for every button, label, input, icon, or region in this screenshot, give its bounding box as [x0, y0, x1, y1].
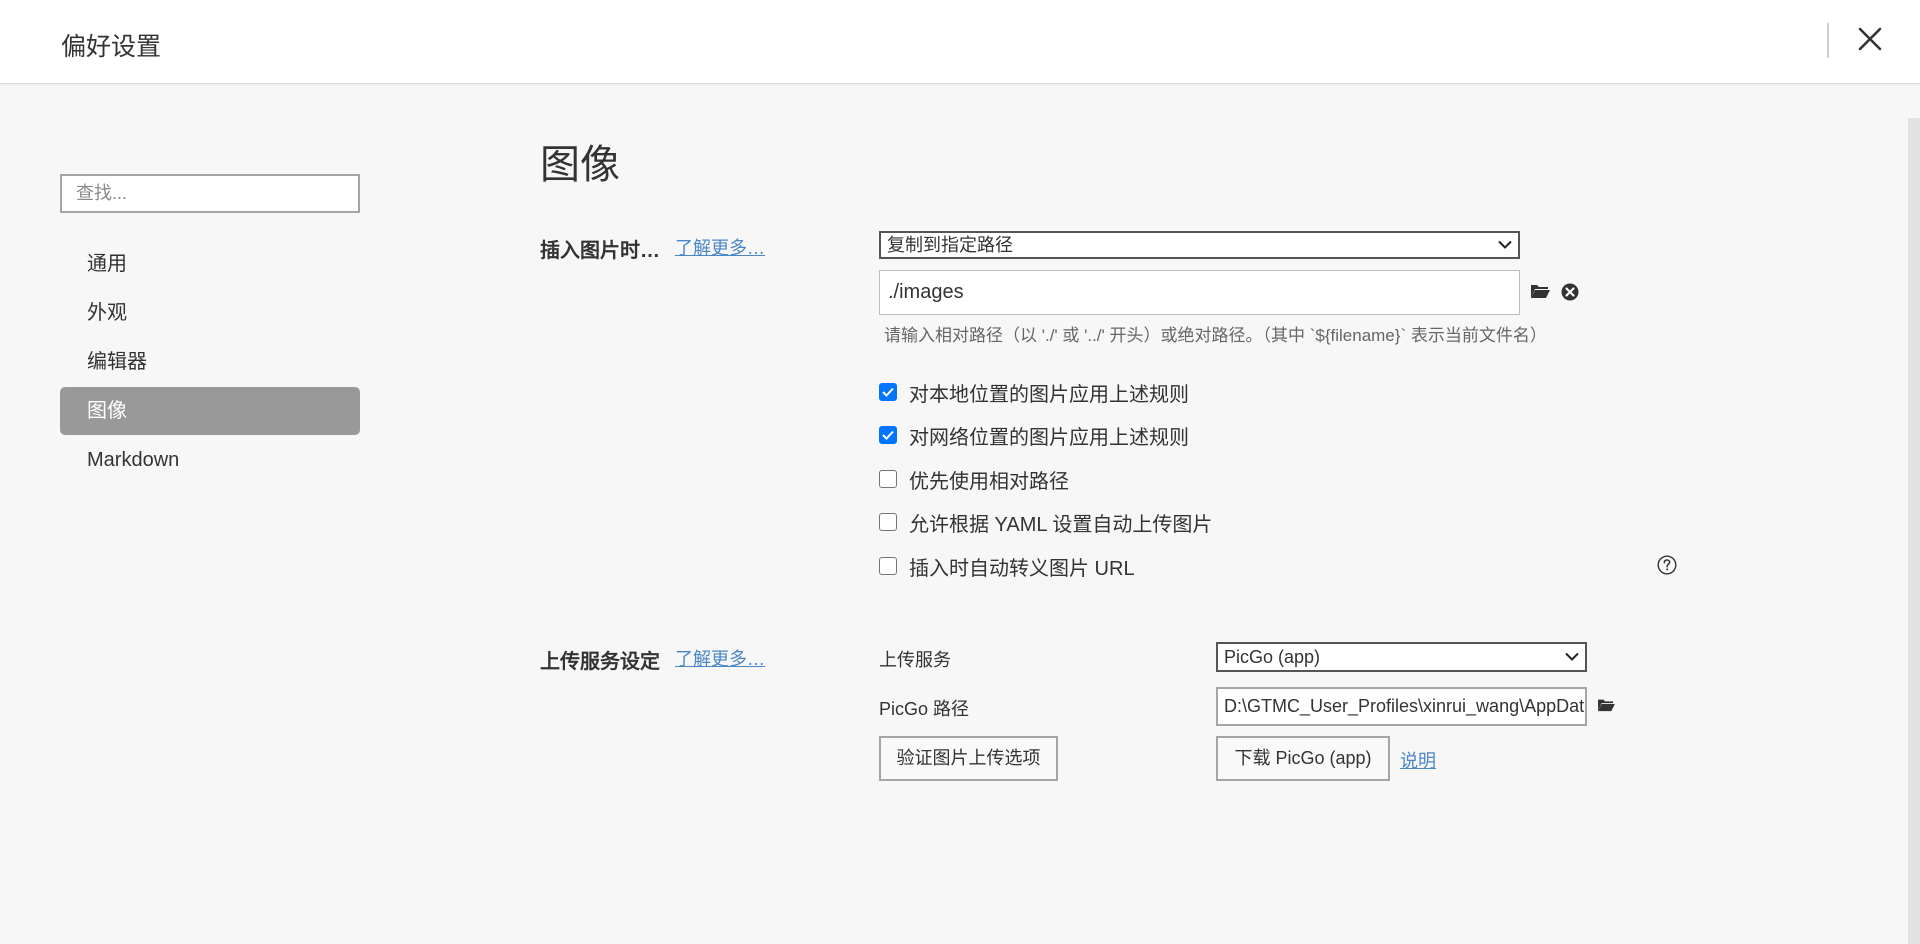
upload-service-label: 上传服务设定 — [540, 651, 660, 673]
option-label: 优先使用相对路径 — [909, 470, 1069, 493]
checkbox-local-images[interactable] — [879, 383, 897, 401]
option-local-images[interactable]: 对本地位置的图片应用上述规则 — [879, 380, 1189, 406]
insert-image-label: 插入图片时… — [540, 240, 660, 262]
check-icon — [882, 430, 894, 440]
upload-service-value: PicGo (app) — [1224, 647, 1321, 667]
scrollbar[interactable] — [1908, 118, 1920, 944]
chevron-down-icon — [1498, 240, 1512, 249]
path-hint: 请输入相对路径（以 './' 或 '../' 开头）或绝对路径。（其中 `${f… — [884, 326, 1547, 345]
option-relative-path[interactable]: 优先使用相对路径 — [879, 467, 1069, 493]
upload-service-field-label: 上传服务 — [879, 650, 951, 670]
picgo-path-label: PicGo 路径 — [879, 699, 970, 719]
sidebar-item-markdown[interactable]: Markdown — [60, 436, 360, 484]
close-button[interactable] — [1855, 24, 1885, 54]
option-label: 对本地位置的图片应用上述规则 — [909, 383, 1189, 406]
sidebar-item-image[interactable]: 图像 — [60, 387, 360, 435]
clear-path-button[interactable] — [1561, 283, 1579, 306]
folder-icon — [1531, 285, 1550, 298]
image-path-input[interactable]: ./images — [879, 270, 1520, 315]
download-picgo-button[interactable]: 下载 PicGo (app) — [1216, 736, 1390, 781]
option-escape-url[interactable]: 插入时自动转义图片 URL — [879, 554, 1135, 580]
close-icon — [1858, 27, 1882, 51]
header-divider — [1827, 23, 1829, 58]
option-label: 允许根据 YAML 设置自动上传图片 — [909, 513, 1213, 536]
insert-learn-more-link[interactable]: 了解更多… — [675, 234, 765, 260]
chevron-down-icon — [1565, 652, 1579, 661]
browse-folder-button[interactable] — [1530, 282, 1550, 304]
docs-link[interactable]: 说明 — [1400, 747, 1436, 773]
sidebar-item-editor[interactable]: 编辑器 — [60, 338, 360, 386]
sidebar-item-general[interactable]: 通用 — [60, 240, 360, 288]
verify-upload-button[interactable]: 验证图片上传选项 — [879, 736, 1058, 781]
clear-icon — [1561, 283, 1579, 301]
option-label: 插入时自动转义图片 URL — [909, 557, 1135, 580]
insert-action-value: 复制到指定路径 — [887, 235, 1013, 255]
folder-icon — [1598, 699, 1615, 712]
search-input[interactable] — [60, 174, 360, 213]
window-header: 偏好设置 — [0, 0, 1920, 84]
section-title: 图像 — [540, 143, 620, 187]
checkbox-escape-url[interactable] — [879, 557, 897, 575]
upload-learn-more-link[interactable]: 了解更多… — [675, 645, 765, 671]
option-yaml-upload[interactable]: 允许根据 YAML 设置自动上传图片 — [879, 510, 1213, 536]
upload-service-select[interactable]: PicGo (app) — [1216, 642, 1587, 672]
page-title: 偏好设置 — [61, 33, 162, 61]
help-button[interactable] — [1657, 555, 1677, 580]
insert-action-select[interactable]: 复制到指定路径 — [879, 231, 1520, 259]
picgo-browse-button[interactable] — [1597, 697, 1615, 717]
checkbox-yaml-upload[interactable] — [879, 513, 897, 531]
sidebar-item-appearance[interactable]: 外观 — [60, 289, 360, 337]
check-icon — [882, 387, 894, 397]
option-label: 对网络位置的图片应用上述规则 — [909, 426, 1189, 449]
option-network-images[interactable]: 对网络位置的图片应用上述规则 — [879, 423, 1189, 449]
checkbox-network-images[interactable] — [879, 426, 897, 444]
picgo-path-input[interactable]: D:\GTMC_User_Profiles\xinrui_wang\AppDat… — [1216, 687, 1587, 726]
checkbox-relative-path[interactable] — [879, 470, 897, 488]
help-icon — [1657, 555, 1677, 575]
